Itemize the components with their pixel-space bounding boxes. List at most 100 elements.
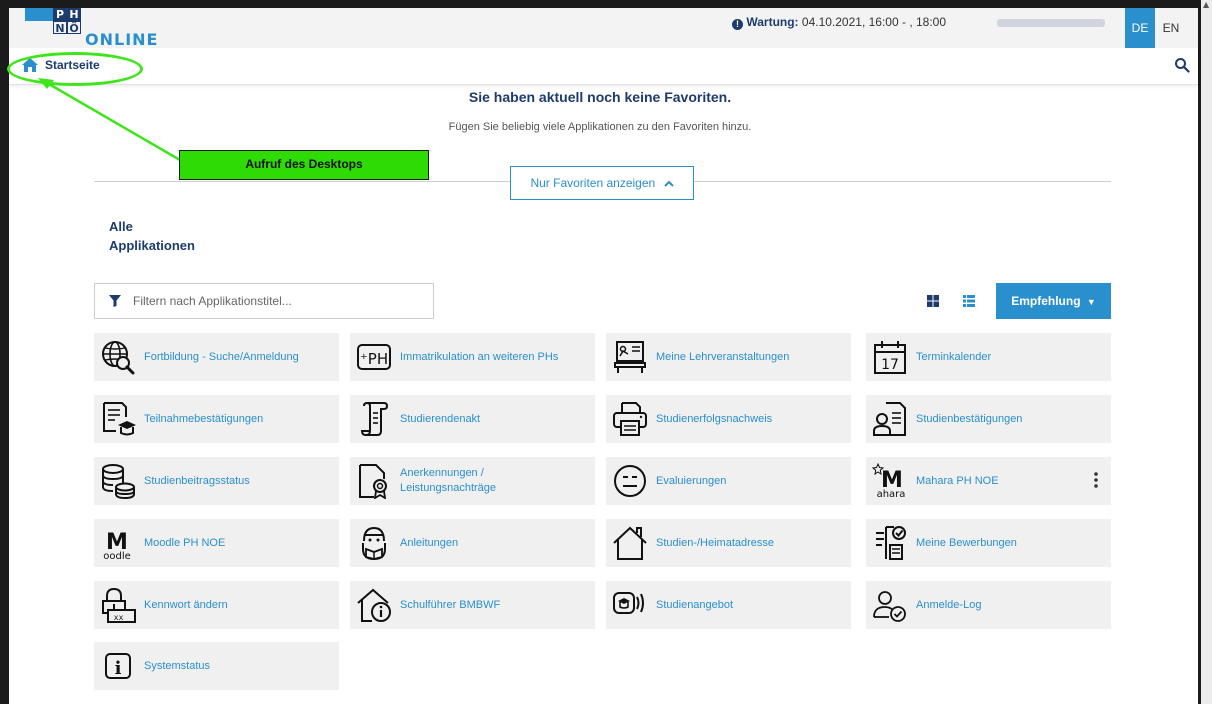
- app-tile[interactable]: Fortbildung - Suche/Anmeldung: [94, 333, 339, 381]
- lecture-board-icon: [614, 341, 646, 373]
- sort-recommendation-label: Empfehlung: [1011, 294, 1081, 308]
- favorites-empty-subtitle: Fügen Sie beliebig viele Applikationen z…: [448, 121, 752, 133]
- app-tile-label: Studienangebot: [656, 598, 734, 611]
- coins-icon: [102, 464, 135, 499]
- app-tile[interactable]: Meine Bewerbungen: [866, 519, 1111, 567]
- filter-field[interactable]: [94, 283, 434, 319]
- caret-down-icon: ▼: [1086, 297, 1096, 307]
- app-tile-label: Systemstatus: [144, 659, 211, 672]
- info-box-icon: i: [105, 653, 131, 679]
- app-tile[interactable]: Anmelde-Log: [866, 581, 1111, 629]
- top-bar: P H N Ö ONLINE: [9, 8, 1198, 49]
- search-icon[interactable]: [1174, 57, 1190, 73]
- document-badge-icon: [359, 464, 387, 499]
- app-tile[interactable]: xx_ Kennwort ändern: [94, 581, 339, 629]
- scroll-up-arrow-icon[interactable]: ▲: [1203, 0, 1209, 10]
- app-tile-label: Fortbildung - Suche/Anmeldung: [144, 350, 299, 363]
- filter-input[interactable]: [131, 293, 425, 309]
- app-tile[interactable]: Studienerfolgsnachweis: [606, 395, 851, 443]
- app-tile-label: Moodle PH NOE: [144, 536, 226, 549]
- kebab-menu-icon[interactable]: [1093, 469, 1099, 491]
- all-applications-heading-line2: Applikationen: [109, 238, 195, 253]
- app-tile[interactable]: Evaluierungen: [606, 457, 851, 505]
- info-box-icon-text: i: [115, 658, 122, 679]
- scroll-file-icon: [360, 402, 389, 437]
- show-favorites-only-button[interactable]: Nur Favoriten anzeigen: [510, 166, 694, 200]
- globe-search-icon: [102, 341, 135, 375]
- grid-view-icon[interactable]: [927, 295, 939, 307]
- maintenance-label: Wartung:: [746, 15, 799, 29]
- logo-letter-n: N: [53, 21, 67, 35]
- plus-ph-icon: ⁺PH: [357, 344, 391, 370]
- app-tile[interactable]: Meine Lehrveranstaltungen: [606, 333, 851, 381]
- logo-online-text: ONLINE: [85, 30, 159, 49]
- app-tile-label: Meine Bewerbungen: [916, 536, 1017, 549]
- app-tile[interactable]: Studierendenakt: [350, 395, 595, 443]
- show-favorites-only-label: Nur Favoriten anzeigen: [530, 176, 656, 190]
- breadcrumb-bar: Startseite: [9, 48, 1198, 85]
- password-lock-icon-text: xx_: [114, 613, 129, 622]
- app-tile[interactable]: 17 Terminkalender: [866, 333, 1111, 381]
- app-tile[interactable]: Teilnahmebestätigungen: [94, 395, 339, 443]
- moodle-icon: M oodle: [103, 530, 131, 561]
- window-frame-right: [1198, 0, 1201, 704]
- annotation-highlight-ellipse: [7, 52, 143, 86]
- app-tile[interactable]: Studien-/Heimatadresse: [606, 519, 851, 567]
- calendar-icon: 17: [874, 341, 906, 374]
- password-lock-icon: xx_: [102, 587, 136, 623]
- app-tile[interactable]: i Systemstatus: [94, 642, 339, 690]
- list-view-icon[interactable]: [963, 295, 975, 307]
- app-tile[interactable]: Studienbeitragsstatus: [94, 457, 339, 505]
- maintenance-notice: ! Wartung: 04.10.2021, 16:00 - , 18:00: [732, 15, 946, 30]
- printer-icon: [613, 402, 647, 436]
- language-en-button[interactable]: EN: [1156, 8, 1186, 48]
- app-tile-label: Immatrikulation an weiteren PHs: [400, 350, 559, 363]
- id-card-icon: [873, 402, 906, 436]
- chevron-up-icon: [663, 167, 674, 199]
- filter-funnel-icon: [109, 295, 121, 307]
- app-tile[interactable]: Studienangebot: [606, 581, 851, 629]
- maintenance-text: 04.10.2021, 16:00 - , 18:00: [798, 15, 947, 29]
- app-tile[interactable]: Anleitungen: [350, 519, 595, 567]
- app-tile[interactable]: ⁺PH Immatrikulation an weiteren PHs: [350, 333, 595, 381]
- app-tile-label: Meine Lehrveranstaltungen: [656, 350, 790, 363]
- logo-letter-p: P: [53, 8, 67, 21]
- app-tile-label: Anmelde-Log: [916, 598, 982, 611]
- mahara-icon-text: ahara: [877, 489, 906, 499]
- logo-letter-o-umlaut: Ö: [67, 21, 81, 35]
- app-tile[interactable]: Anerkennungen / Leistungsnachträge: [350, 457, 595, 505]
- favorites-empty-title: Sie haben aktuell noch keine Favoriten.: [468, 89, 732, 105]
- neutral-face-icon: [614, 465, 646, 497]
- logo-letter-h: H: [67, 8, 81, 21]
- app-tile[interactable]: M oodle Moodle PH NOE: [94, 519, 339, 567]
- app-tile[interactable]: M ahara Mahara PH NOE: [866, 457, 1111, 505]
- app-tile-label: Studienbeitragsstatus: [144, 474, 250, 487]
- app-tile-label: Kennwort ändern: [144, 598, 228, 611]
- info-circle-icon: !: [732, 19, 743, 30]
- all-applications-heading-line1: Alle: [109, 219, 133, 234]
- language-de-button[interactable]: DE: [1125, 8, 1155, 48]
- mahara-icon: M ahara: [872, 463, 906, 499]
- logo-blue-square: [25, 8, 39, 21]
- app-tile-label: Studien-/Heimatadresse: [656, 536, 775, 549]
- app-tile[interactable]: Studienbestätigungen: [866, 395, 1111, 443]
- window-frame-left: [0, 0, 9, 704]
- sort-recommendation-dropdown[interactable]: Empfehlung ▼: [996, 283, 1111, 319]
- app-tile-label: Mahara PH NOE: [916, 474, 999, 487]
- broadcast-graduation-icon: [613, 592, 644, 614]
- app-tile-label: Studienbestätigungen: [916, 412, 1023, 425]
- window-frame-top: [0, 0, 1212, 8]
- app-tile-label: Studierendenakt: [400, 412, 481, 425]
- application-hand-icon: [876, 526, 906, 560]
- user-name-redacted[interactable]: [997, 19, 1105, 27]
- scrollbar-track[interactable]: [1200, 0, 1212, 704]
- user-check-icon: [873, 591, 906, 622]
- app-tile-label: Terminkalender: [916, 350, 992, 363]
- reading-person-icon: [362, 526, 386, 561]
- svg-text:⁺PH: ⁺PH: [360, 350, 388, 368]
- app-tile-label: Evaluierungen: [656, 474, 727, 487]
- app-tile-label: Schulführer BMBWF: [400, 598, 501, 611]
- school-info-icon: [357, 588, 391, 622]
- app-tile-label: Anleitungen: [400, 536, 459, 549]
- app-tile[interactable]: Schulführer BMBWF: [350, 581, 595, 629]
